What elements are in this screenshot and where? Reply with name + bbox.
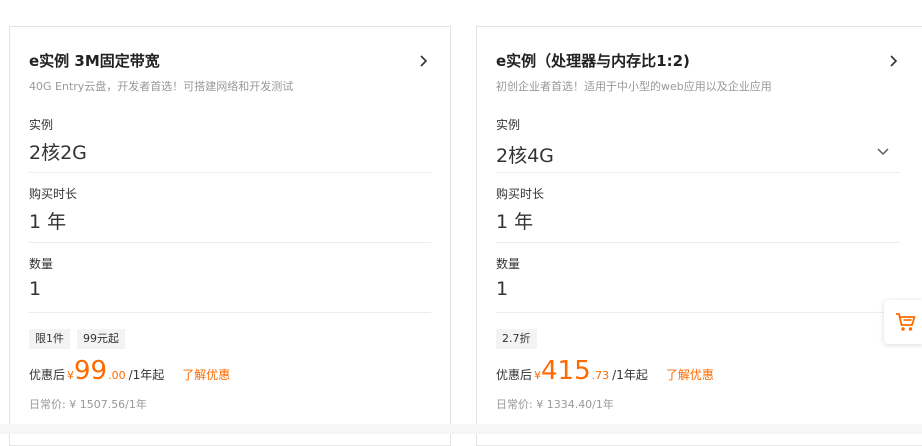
shopping-cart-icon	[896, 313, 916, 331]
promo-tags: 限1件 99元起	[29, 329, 125, 349]
quantity-value[interactable]: 1	[29, 278, 41, 300]
instance-value: 2核2G	[29, 142, 87, 164]
instance-select[interactable]: 2核4G	[496, 141, 554, 168]
currency-symbol: ¥	[67, 369, 75, 382]
price-label: 优惠后	[496, 368, 533, 382]
divider	[29, 312, 431, 313]
regular-price: 日常价: ¥ 1334.40/1年	[496, 398, 614, 411]
instance-label: 实例	[496, 118, 521, 132]
chevron-right-icon[interactable]	[887, 55, 899, 67]
discount-price: 优惠后 ¥ 99 .00 /1年起 了解优惠	[29, 357, 230, 387]
card-title[interactable]: e实例 3M固定带宽	[29, 50, 160, 71]
duration-label: 购买时长	[29, 187, 78, 201]
promo-tag: 限1件	[29, 329, 70, 349]
footer-band	[0, 424, 922, 434]
chevron-down-icon[interactable]	[876, 147, 890, 157]
price-integer: 415	[541, 356, 591, 386]
card-subtitle: 初创企业者首选！适用于中小型的web应用以及企业应用	[496, 80, 772, 93]
duration-value[interactable]: 1 年	[496, 207, 533, 234]
duration-value[interactable]: 1 年	[29, 207, 66, 234]
product-card-e-instance-ratio: e实例（处理器与内存比1:2) 初创企业者首选！适用于中小型的web应用以及企业…	[476, 26, 922, 446]
quantity-label: 数量	[29, 257, 54, 271]
product-card-e-instance-3m: e实例 3M固定带宽 40G Entry云盘，开发者首选！可搭建网络和开发测试 …	[9, 26, 451, 446]
divider	[496, 242, 900, 243]
price-decimal: .73	[591, 369, 610, 382]
instance-label: 实例	[29, 118, 54, 132]
card-title[interactable]: e实例（处理器与内存比1:2)	[496, 50, 690, 71]
price-label: 优惠后	[29, 368, 66, 382]
divider	[496, 172, 900, 173]
quantity-value[interactable]: 1	[496, 278, 508, 300]
cart-button[interactable]	[884, 300, 922, 344]
duration-label: 购买时长	[496, 187, 545, 201]
currency-symbol: ¥	[534, 369, 542, 382]
card-subtitle: 40G Entry云盘，开发者首选！可搭建网络和开发测试	[29, 80, 294, 93]
discount-tag: 2.7折	[496, 329, 537, 349]
price-unit: /1年起	[128, 368, 165, 382]
chevron-right-icon[interactable]	[417, 55, 429, 67]
price-integer: 99	[74, 356, 108, 386]
discount-price: 优惠后 ¥ 415 .73 /1年起 了解优惠	[496, 357, 714, 387]
promo-tag: 99元起	[77, 329, 125, 349]
promo-details-link[interactable]: 了解优惠	[182, 366, 230, 383]
quantity-label: 数量	[496, 257, 521, 271]
divider	[29, 242, 431, 243]
price-decimal: .00	[108, 369, 126, 382]
promo-details-link[interactable]: 了解优惠	[666, 366, 714, 383]
regular-price: 日常价: ¥ 1507.56/1年	[29, 398, 147, 411]
promo-tags: 2.7折	[496, 329, 537, 349]
divider	[496, 312, 900, 313]
divider	[29, 172, 431, 173]
price-unit: /1年起	[612, 368, 648, 382]
